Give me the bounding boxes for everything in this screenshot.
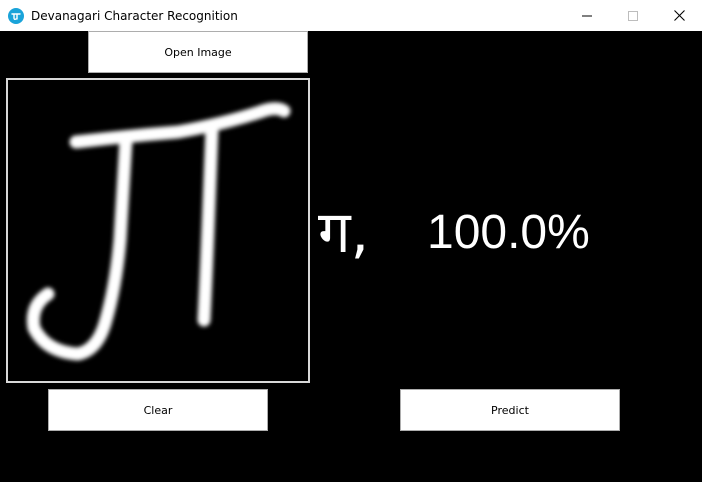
open-image-button[interactable]: Open Image <box>88 31 308 73</box>
clear-button[interactable]: Clear <box>48 389 268 431</box>
maximize-button[interactable] <box>610 0 656 31</box>
maximize-icon <box>628 10 638 21</box>
predicted-character: ग, <box>318 198 370 266</box>
minimize-icon <box>582 15 592 16</box>
drawing-canvas[interactable] <box>6 78 310 383</box>
handwritten-character-ga <box>26 102 291 361</box>
devanagari-app-icon <box>8 8 24 24</box>
close-button[interactable] <box>656 0 702 31</box>
app-window: Devanagari Character Recognition Open Im… <box>0 0 702 482</box>
title-bar[interactable]: Devanagari Character Recognition <box>0 0 702 31</box>
close-icon <box>673 10 685 21</box>
prediction-confidence: 100.0% <box>427 206 590 259</box>
predict-button[interactable]: Predict <box>400 389 620 431</box>
window-title: Devanagari Character Recognition <box>31 9 238 23</box>
minimize-button[interactable] <box>564 0 610 31</box>
